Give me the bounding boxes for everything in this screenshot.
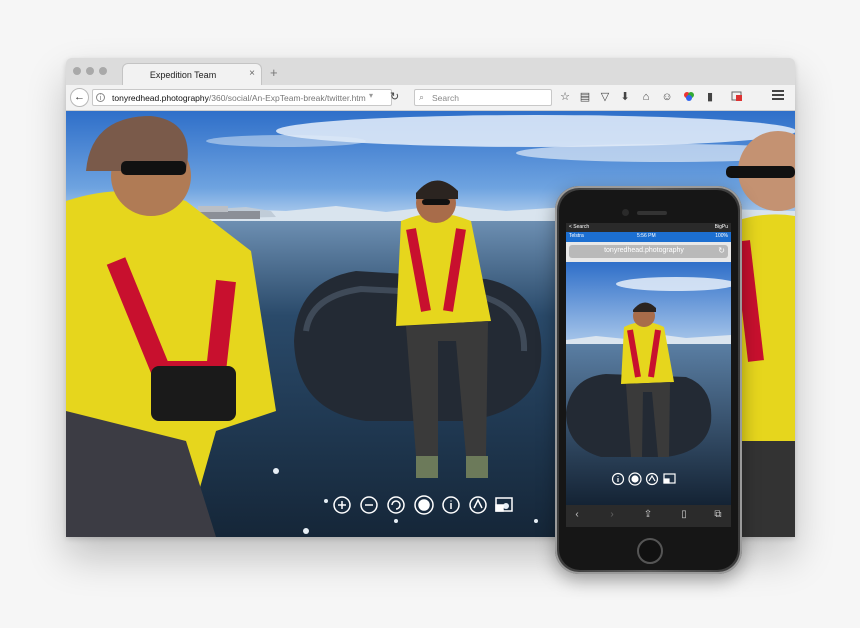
mobile-gyro-toggle-icon[interactable] — [628, 472, 642, 486]
home-icon[interactable]: ⌂ — [639, 90, 653, 104]
tab-title: Expedition Team — [149, 70, 217, 80]
earpiece-speaker — [637, 211, 667, 215]
new-tab-button[interactable]: + — [270, 66, 278, 79]
clock-label: 5:56 PM — [637, 233, 656, 239]
search-placeholder: Search — [432, 93, 459, 103]
autorotate-icon[interactable] — [387, 496, 405, 514]
clipboard-icon[interactable]: ▤ — [578, 90, 592, 104]
zoom-out-icon[interactable] — [360, 496, 378, 514]
battery-icon[interactable]: ▮ — [703, 90, 717, 104]
bookmarks-icon[interactable]: ▯ — [676, 509, 692, 520]
chat-icon[interactable]: ☺ — [660, 90, 674, 104]
mobile-reload-icon[interactable]: ↻ — [718, 246, 725, 255]
tab-close-icon[interactable]: × — [249, 68, 255, 79]
url-host: tonyredhead.photography — [112, 93, 209, 103]
pocket-icon[interactable]: ▽ — [598, 90, 612, 104]
navigation-toolbar: ← i tonyredhead.photography/360/social/A… — [66, 85, 795, 111]
reload-icon[interactable]: ↻ — [390, 90, 399, 103]
minimize-window-button[interactable] — [86, 67, 94, 75]
gyro-toggle-icon[interactable] — [414, 495, 434, 515]
network-label: BigPu — [714, 224, 728, 230]
bookmark-star-icon[interactable]: ☆ — [558, 90, 572, 104]
color-extension-icon[interactable] — [682, 90, 696, 106]
back-button[interactable]: ← — [70, 88, 89, 107]
url-text: tonyredhead.photography/360/social/An-Ex… — [112, 93, 366, 103]
mobile-drag-mode-icon[interactable] — [645, 472, 659, 486]
zoom-in-icon[interactable] — [333, 496, 351, 514]
mobile-panorama-viewport[interactable] — [566, 262, 731, 505]
tabs-icon[interactable]: ⧉ — [710, 509, 726, 520]
url-path: /360/social/An-ExpTeam-break/twitter.htm — [208, 93, 366, 103]
viewer-controls — [333, 495, 513, 515]
mobile-browser-toolbar: ‹ › ⇪ ▯ ⧉ — [566, 505, 731, 527]
front-camera — [622, 209, 629, 216]
info-icon[interactable] — [442, 496, 460, 514]
extension-badge-icon[interactable] — [730, 90, 744, 106]
mobile-viewer-controls — [611, 472, 676, 486]
back-to-search-label[interactable]: < Search — [569, 224, 589, 230]
close-window-button[interactable] — [73, 67, 81, 75]
phone-top-bar: < Search BigPu — [566, 223, 731, 232]
search-bar[interactable]: ⌕ Search — [414, 89, 552, 106]
home-button[interactable] — [637, 538, 663, 564]
forward-arrow-icon[interactable]: › — [604, 509, 620, 520]
mobile-fullscreen-icon[interactable] — [663, 473, 676, 484]
carrier-label: Telstra — [569, 233, 584, 239]
mobile-url-field[interactable]: tonyredhead.photography ↻ — [569, 245, 728, 258]
mobile-url-text: tonyredhead.photography — [604, 247, 684, 254]
share-icon[interactable]: ⇪ — [640, 509, 656, 520]
title-bar: Expedition Team × + — [66, 58, 795, 86]
url-history-dropdown-icon[interactable]: ▾ — [369, 91, 373, 100]
address-bar[interactable]: i tonyredhead.photography/360/social/An-… — [92, 89, 392, 106]
browser-tab[interactable]: Expedition Team × — [122, 63, 262, 85]
phone-screen: < Search BigPu Telstra 5:56 PM 100% tony… — [566, 223, 731, 527]
site-info-icon[interactable]: i — [96, 93, 105, 102]
download-icon[interactable]: ⬇ — [618, 90, 632, 104]
menu-icon[interactable] — [772, 90, 784, 102]
mobile-info-icon[interactable] — [611, 472, 625, 486]
mobile-address-bar: tonyredhead.photography ↻ — [566, 242, 731, 263]
search-icon: ⌕ — [419, 92, 425, 102]
back-arrow-icon[interactable]: ‹ — [569, 509, 585, 520]
drag-mode-icon[interactable] — [469, 496, 487, 514]
phone-status-bar: Telstra 5:56 PM 100% — [566, 232, 731, 242]
zoom-window-button[interactable] — [99, 67, 107, 75]
fullscreen-icon[interactable] — [495, 497, 513, 512]
battery-label: 100% — [715, 233, 728, 239]
mobile-panorama-image — [566, 262, 731, 505]
